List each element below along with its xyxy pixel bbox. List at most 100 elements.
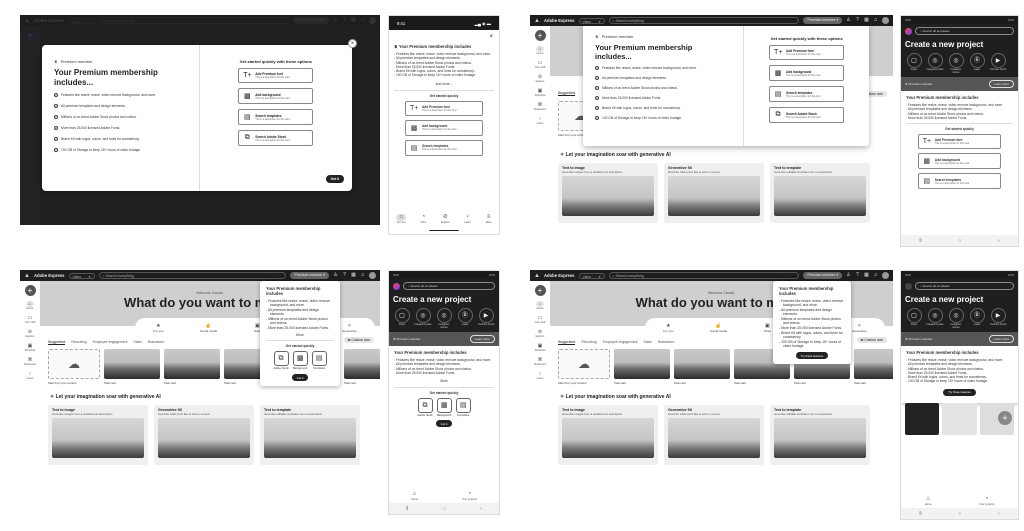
apps-icon[interactable]: ▦ <box>351 273 356 278</box>
project-instagram-posts[interactable]: ◎ Instagram posts <box>926 308 944 329</box>
home-circle-icon[interactable]: ○ <box>958 238 961 244</box>
value-select[interactable]: Value ▾ <box>578 17 605 24</box>
project-youtube[interactable]: ▶ YouTube thumb <box>989 308 1007 329</box>
home-circle-icon[interactable]: ○ <box>443 506 446 512</box>
category-social-media[interactable]: ☝ Social media <box>200 323 217 333</box>
avatar[interactable] <box>882 272 889 279</box>
task-card[interactable]: Task card <box>854 349 893 385</box>
category-generative[interactable]: ✧ Generative <box>852 323 867 333</box>
gen-card-generative-fill[interactable]: Generative fill Describe what you'd like … <box>664 405 764 465</box>
try-features-button[interactable]: Try these features <box>795 352 829 360</box>
template-thumb[interactable]: + <box>979 402 1014 435</box>
tab-sales[interactable]: Sales <box>643 340 651 345</box>
tab-home[interactable]: ⌂ Home <box>925 496 932 506</box>
card-start[interactable]: ☁ Start from your content <box>48 349 100 385</box>
gen-card-text-to-template[interactable]: Text to template Generate editable templa… <box>770 405 870 465</box>
category-social-media[interactable]: ☝ Social media <box>710 323 727 333</box>
more-link[interactable]: More <box>266 333 334 337</box>
search-input[interactable]: ⌕ Search everything <box>608 272 800 279</box>
create-button[interactable]: + <box>534 30 546 41</box>
help-icon[interactable]: ? <box>855 273 860 278</box>
tab-suggested[interactable]: Suggested <box>558 91 576 96</box>
help-icon[interactable]: ? <box>855 18 860 23</box>
help-icon[interactable]: ? <box>342 273 347 278</box>
task-card[interactable]: Task card <box>104 349 160 385</box>
option-search-templates[interactable]: ▤ Search templates This is a description f… <box>917 173 1002 190</box>
create-button[interactable]: + <box>24 285 36 296</box>
quick-adobe-stock[interactable]: ⧉ Adobe Stock <box>417 398 433 417</box>
nav-schedule[interactable]: ▣ Schedule <box>25 343 36 352</box>
avatar[interactable] <box>369 272 376 279</box>
quick-background[interactable]: ▩ Background <box>292 351 308 370</box>
nav-home[interactable]: ⌂ Home <box>536 301 544 310</box>
project-youtube[interactable]: ▶ YouTube thumb <box>477 308 495 329</box>
recents-icon[interactable]: ⦀ <box>919 511 921 517</box>
fab-plus-icon[interactable]: + <box>997 410 1012 425</box>
tab-more[interactable]: ≡ More <box>486 214 492 224</box>
nav-learn[interactable]: ♀ Learn <box>537 371 544 380</box>
and-more-link[interactable]: And more... <box>394 82 494 86</box>
option-add-premium-font[interactable]: T+ Add Premium font This is a description … <box>405 100 483 116</box>
apps-icon[interactable]: ▦ <box>864 18 869 23</box>
option-search-templates[interactable]: ▤ Search templates This is a description f… <box>405 139 483 156</box>
value-select[interactable]: Value ▾ <box>578 272 605 279</box>
tab-recruiting[interactable]: Recruiting <box>581 340 596 345</box>
category-for-you[interactable]: ★ For you <box>663 323 673 333</box>
bell-icon[interactable]: ♫ <box>360 273 365 278</box>
gen-card-text-to-template[interactable]: Text to template Generate editable templa… <box>770 163 870 223</box>
option-add-premium-font[interactable]: T+ Add Premium font This is a description … <box>238 68 314 83</box>
tab-recruiting[interactable]: Recruiting <box>71 340 86 345</box>
home-circle-icon[interactable]: ○ <box>958 511 961 517</box>
option-add-background[interactable]: ▩ Add background This is a description for… <box>769 65 845 81</box>
user-icon[interactable]: ♙ <box>846 273 851 278</box>
project-instagram-stories[interactable]: ◎ Instagram stories <box>947 53 965 74</box>
learn-more-button[interactable]: Learn more <box>988 80 1014 88</box>
close-icon[interactable]: × <box>348 39 357 48</box>
tab-suggested[interactable]: Suggested <box>48 340 66 345</box>
gen-card-generative-fill[interactable]: Generative fill Describe what you'd like … <box>154 405 254 465</box>
tab-your-projects[interactable]: ◔ Your projects <box>979 496 994 506</box>
task-card[interactable]: Task card <box>614 349 670 385</box>
gen-card-text-to-image[interactable]: Text to image Generate images from a deta… <box>558 163 658 223</box>
create-button[interactable]: + <box>534 285 546 296</box>
learn-more-button[interactable]: Learn more <box>469 335 495 343</box>
tab-your-projects[interactable]: ◔ Your projects <box>462 491 477 501</box>
nav-home[interactable]: ⌂ Home <box>26 301 34 310</box>
category-for-you[interactable]: ★ For you <box>153 323 163 333</box>
nav-home[interactable]: ⌂ Home <box>536 46 544 55</box>
custom-size-button[interactable]: ⇆ Custom size <box>856 337 887 343</box>
back-icon[interactable]: ‹ <box>480 506 482 512</box>
nav-classroom[interactable]: ⌘ Classroom <box>534 357 546 366</box>
premium-member-button[interactable]: Premium member ▾ <box>803 17 842 24</box>
user-icon[interactable]: ♙ <box>333 273 338 278</box>
project-instagram-posts[interactable]: ◎ Instagram posts <box>926 53 944 74</box>
tab-employee-engagement[interactable]: Employee engagement <box>603 340 638 345</box>
quick-templates[interactable]: ▤ Templates <box>311 351 327 370</box>
recents-icon[interactable]: ⦀ <box>406 506 408 512</box>
custom-size-button[interactable]: ⇆ Custom size <box>343 337 374 343</box>
tab-explore[interactable]: ⊘ Explore <box>441 214 450 224</box>
search-input[interactable]: ⌕ Search everything <box>98 272 287 279</box>
recents-icon[interactable]: ⦀ <box>919 238 921 244</box>
tab-employee-engagement[interactable]: Employee engagement <box>93 340 128 345</box>
option-search-templates[interactable]: ▤ Search templates This is a description f… <box>769 86 845 102</box>
nav-your-stuff[interactable]: ▭ Your stuff <box>535 315 546 324</box>
got-it-button[interactable]: Got it <box>325 175 344 183</box>
got-it-button[interactable]: Got it <box>435 420 453 428</box>
tab-files[interactable]: ◔ Files <box>421 214 426 224</box>
learn-more-button[interactable]: Learn more <box>988 335 1014 343</box>
option-add-background[interactable]: ▩ Add background This is a description for… <box>917 153 1002 170</box>
nav-classroom[interactable]: ⌘ Classroom <box>24 357 36 366</box>
nav-schedule[interactable]: ▣ Schedule <box>535 88 546 97</box>
quick-background[interactable]: ▩ Background <box>436 398 452 417</box>
tab-home[interactable]: ⌂ Home <box>411 491 418 501</box>
tab-for-you[interactable]: ⌂ For you <box>396 214 406 224</box>
project-flyers[interactable]: ▢ Flyers <box>905 308 923 329</box>
avatar[interactable] <box>882 17 889 24</box>
search-input[interactable]: ⌕ Search everything <box>608 17 800 24</box>
nav-classroom[interactable]: ⌘ Classroom <box>534 102 546 111</box>
nav-schedule[interactable]: ▣ Schedule <box>535 343 546 352</box>
tab-learn[interactable]: ♀ Learn <box>464 214 471 224</box>
category-video[interactable]: ▣ Video <box>764 323 772 333</box>
project-flyers[interactable]: ▢ Flyers <box>393 308 411 329</box>
